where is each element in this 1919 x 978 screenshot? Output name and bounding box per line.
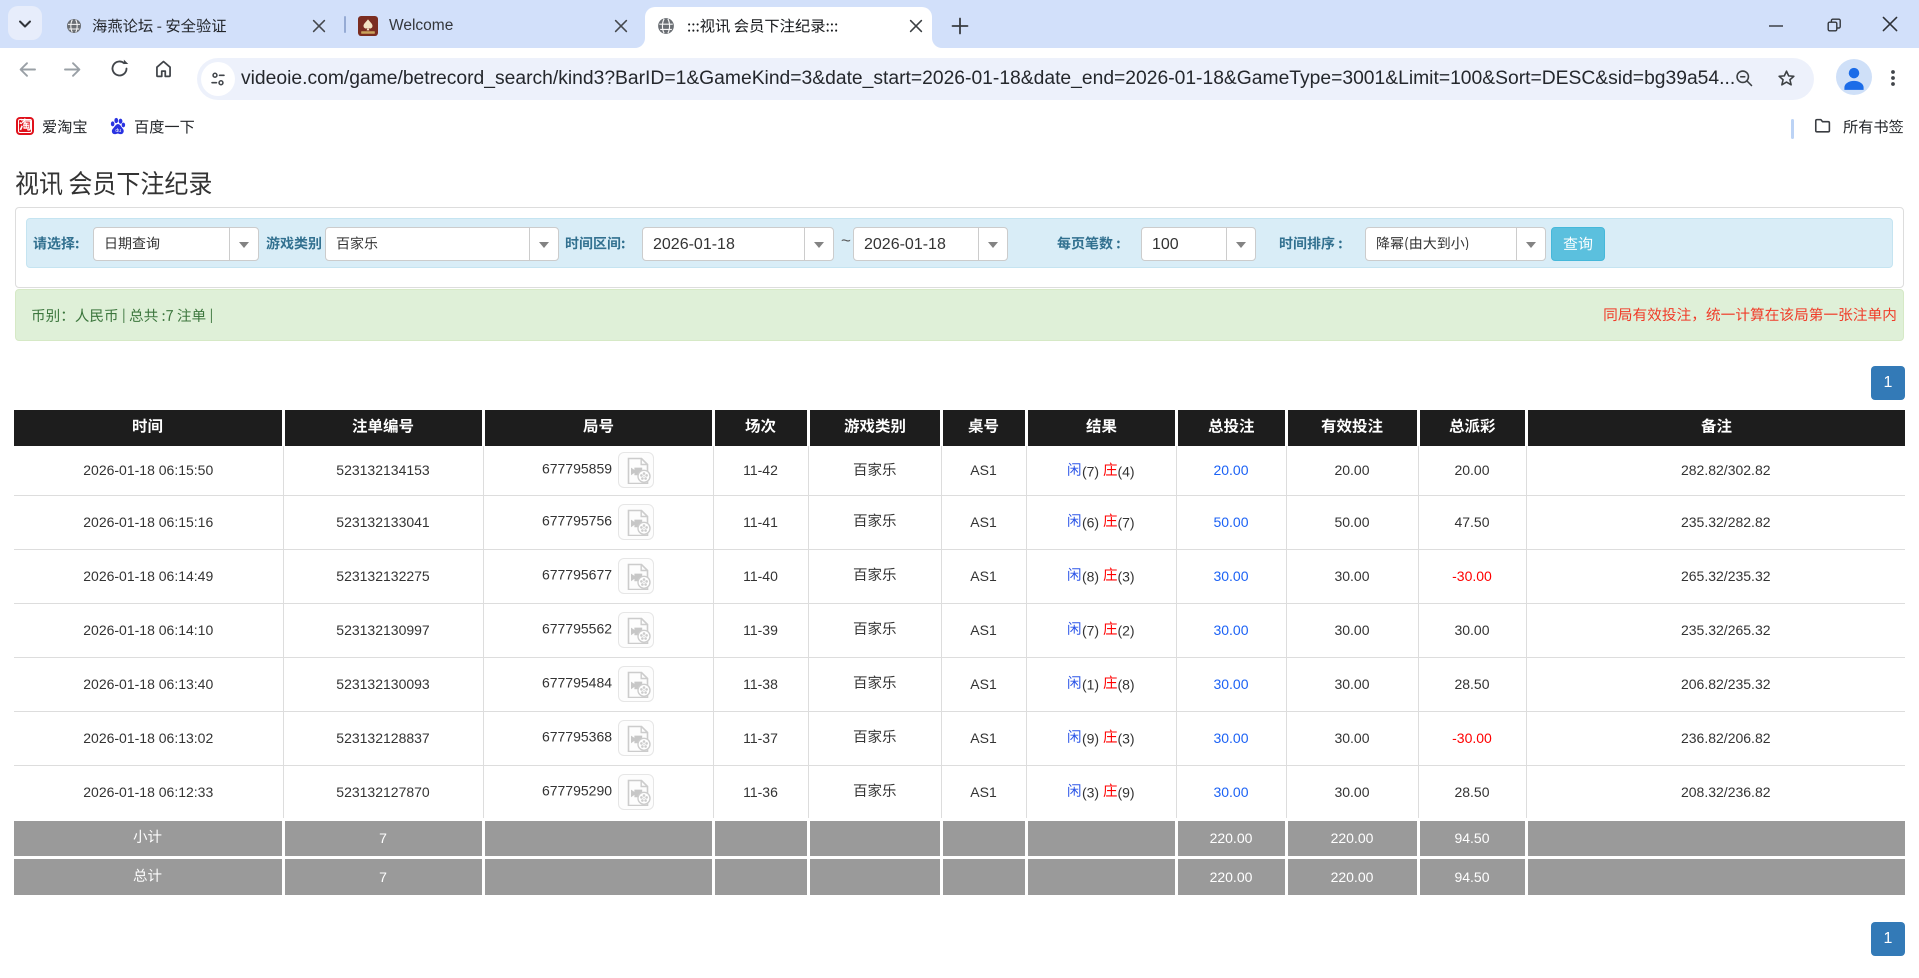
svg-text:du: du [115, 128, 121, 134]
